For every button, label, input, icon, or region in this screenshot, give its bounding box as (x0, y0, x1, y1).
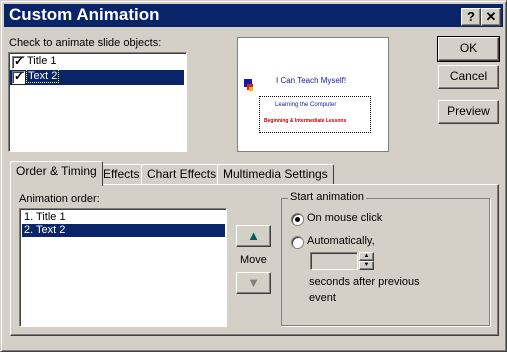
dialog-title: Custom Animation (9, 5, 160, 24)
tab-order-timing[interactable]: Order & Timing (10, 161, 103, 186)
seconds-after-label: seconds after previous (309, 276, 420, 288)
text-placeholder: Learning the Computer Beginning & Interm… (259, 96, 371, 133)
cancel-button[interactable]: Cancel (438, 65, 499, 89)
order-item-1[interactable]: 1. Title 1 (22, 211, 225, 224)
order-timing-panel: Animation order: 1. Title 1 2. Text 2 ▲ … (10, 184, 499, 336)
text2-checkbox[interactable]: ✓ (12, 69, 25, 84)
animation-order-list[interactable]: 1. Title 1 2. Text 2 (19, 208, 227, 327)
slide-line2: Beginning & Intermediate Lessons (264, 118, 347, 124)
order-item-2[interactable]: 2. Text 2 (22, 224, 225, 237)
event-label: event (309, 292, 336, 304)
title1-label[interactable]: Title 1 (27, 55, 57, 67)
title1-checkbox[interactable]: ✓ (12, 54, 25, 69)
custom-animation-dialog: Custom Animation ? ✕ Check to animate sl… (0, 0, 507, 352)
preview-button[interactable]: Preview (438, 100, 499, 124)
close-button[interactable]: ✕ (481, 8, 501, 26)
slide-objects-list[interactable]: ✓ Title 1 ✓ Text 2 (8, 52, 187, 152)
slide-heading: I Can Teach Myself! (276, 76, 347, 85)
automatically-radio[interactable] (291, 236, 304, 249)
arrow-down-icon: ▼ (247, 275, 260, 290)
tab-effects[interactable]: Effects (97, 164, 146, 185)
slide-preview: I Can Teach Myself! Learning the Compute… (237, 37, 389, 152)
move-up-button[interactable]: ▲ (236, 225, 271, 247)
animation-order-label: Animation order: (19, 193, 100, 205)
seconds-input[interactable] (310, 252, 358, 270)
slide-line1: Learning the Computer (275, 102, 337, 108)
move-down-button[interactable]: ▼ (236, 272, 271, 294)
arrow-up-icon: ▲ (247, 228, 260, 243)
tab-multimedia-settings[interactable]: Multimedia Settings (217, 164, 334, 185)
animate-objects-label: Check to animate slide objects: (9, 37, 162, 49)
start-animation-label: Start animation (288, 191, 366, 203)
on-mouse-click-label[interactable]: On mouse click (307, 212, 382, 224)
spin-up-icon[interactable]: ▲ (359, 252, 374, 261)
title-bar: Custom Animation ? ✕ (4, 4, 503, 27)
tab-chart-effects[interactable]: Chart Effects (141, 164, 223, 185)
on-mouse-click-radio[interactable] (291, 213, 304, 226)
text2-label[interactable]: Text 2 (25, 69, 60, 83)
move-label: Move (240, 254, 267, 266)
bullet-mark-yellow (249, 87, 253, 91)
seconds-spinner[interactable]: ▲ ▼ (359, 252, 374, 270)
help-button[interactable]: ? (461, 8, 481, 26)
automatically-label[interactable]: Automatically, (307, 235, 375, 247)
start-animation-group: Start animation On mouse click Automatic… (281, 191, 490, 326)
spin-down-icon[interactable]: ▼ (359, 261, 374, 270)
ok-button[interactable]: OK (437, 36, 500, 62)
